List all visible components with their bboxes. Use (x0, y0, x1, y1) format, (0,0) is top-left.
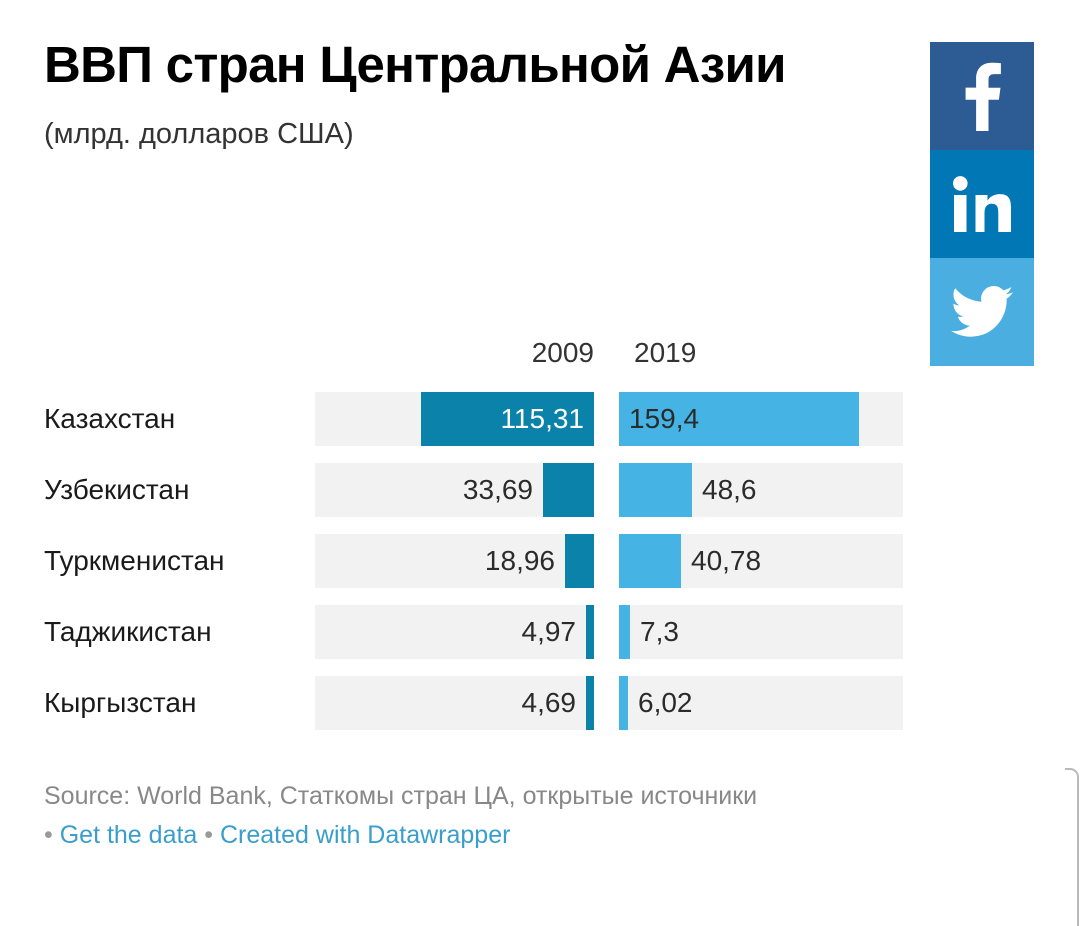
social-share-buttons (930, 42, 1034, 366)
chart-row: Казахстан 115,31 159,4 (0, 392, 1080, 446)
bar-value-2009-3: 4,97 (521, 616, 577, 647)
column-header-2009: 2009 (531, 337, 594, 368)
share-linkedin-button[interactable] (930, 150, 1034, 258)
chart-row: Туркменистан 18,96 40,78 (0, 534, 1080, 588)
bar-track-2019-1: 48,6 (619, 463, 903, 517)
bar-value-2009-2: 18,96 (484, 545, 555, 576)
bar-track-2019-3: 7,3 (619, 605, 903, 659)
column-headers: 2009 2019 (0, 336, 1080, 380)
chart-plot-area: 2009 2019 Казахстан 115,31 159,4 Узбекистан… (0, 336, 1080, 747)
footer-bullet-1: • (44, 820, 53, 849)
bar-2009-2[interactable] (565, 534, 594, 588)
chart-row: Кыргызстан 4,69 6,02 (0, 676, 1080, 730)
footer-source-text: Source: World Bank, Статкомы стран ЦА, о… (44, 782, 758, 810)
bar-track-2009-1: 33,69 (315, 463, 594, 517)
share-facebook-button[interactable] (930, 42, 1034, 150)
bar-value-2019-2: 40,78 (691, 545, 762, 576)
bar-value-2009-4: 4,69 (521, 687, 577, 718)
bar-2019-4[interactable] (619, 676, 628, 730)
bar-track-2009-0: 115,31 (315, 392, 594, 446)
bar-2009-3[interactable] (586, 605, 594, 659)
chart-row: Таджикистан 4,97 7,3 (0, 605, 1080, 659)
created-with-datawrapper-link[interactable]: Created with Datawrapper (220, 821, 510, 849)
bar-value-2019-3: 7,3 (640, 616, 679, 647)
bar-track-2019-4: 6,02 (619, 676, 903, 730)
bar-value-2019-0: 159,4 (629, 403, 700, 434)
bar-track-2009-3: 4,97 (315, 605, 594, 659)
bar-track-2019-2: 40,78 (619, 534, 903, 588)
bar-value-2009-0: 115,31 (500, 403, 584, 434)
bar-track-2019-0: 159,4 (619, 392, 903, 446)
linkedin-icon (953, 176, 1011, 232)
page-scrollbar[interactable] (1065, 768, 1079, 926)
chart-footer: Source: World Bank, Статкомы стран ЦА, о… (44, 780, 1034, 853)
footer-bullet-2: • (204, 820, 214, 849)
column-header-2019: 2019 (634, 337, 697, 368)
get-the-data-link[interactable]: Get the data (60, 821, 198, 849)
bar-track-2009-4: 4,69 (315, 676, 594, 730)
bar-value-2019-4: 6,02 (638, 687, 693, 718)
row-label-4: Кыргызстан (44, 687, 197, 718)
bar-value-2009-1: 33,69 (462, 474, 533, 505)
row-label-2: Туркменистан (44, 545, 225, 576)
facebook-icon (965, 62, 1001, 131)
chart-subtitle: (млрд. долларов США) (44, 117, 354, 150)
row-label-3: Таджикистан (44, 616, 212, 647)
bar-2009-4[interactable] (586, 676, 594, 730)
chart-container: ВВП стран Центральной Азии (млрд. доллар… (0, 0, 1080, 926)
bar-track-2009-2: 18,96 (315, 534, 594, 588)
row-label-0: Казахстан (44, 403, 176, 434)
bar-2009-1[interactable] (543, 463, 594, 517)
row-label-1: Узбекистан (44, 474, 190, 505)
chart-row: Узбекистан 33,69 48,6 (0, 463, 1080, 517)
chart-title: ВВП стран Центральной Азии (44, 36, 786, 93)
chart-rows: Казахстан 115,31 159,4 Узбекистан 33,69 48,6 Т… (0, 392, 1080, 730)
twitter-bird-icon (951, 286, 1013, 337)
bar-value-2019-1: 48,6 (702, 474, 757, 505)
bar-2019-2[interactable] (619, 534, 681, 588)
bar-2019-3[interactable] (619, 605, 630, 659)
footer-links: • Get the data • Created with Datawrappe… (44, 819, 1034, 853)
chart-header: ВВП стран Центральной Азии (млрд. доллар… (44, 36, 854, 152)
bar-2019-1[interactable] (619, 463, 692, 517)
